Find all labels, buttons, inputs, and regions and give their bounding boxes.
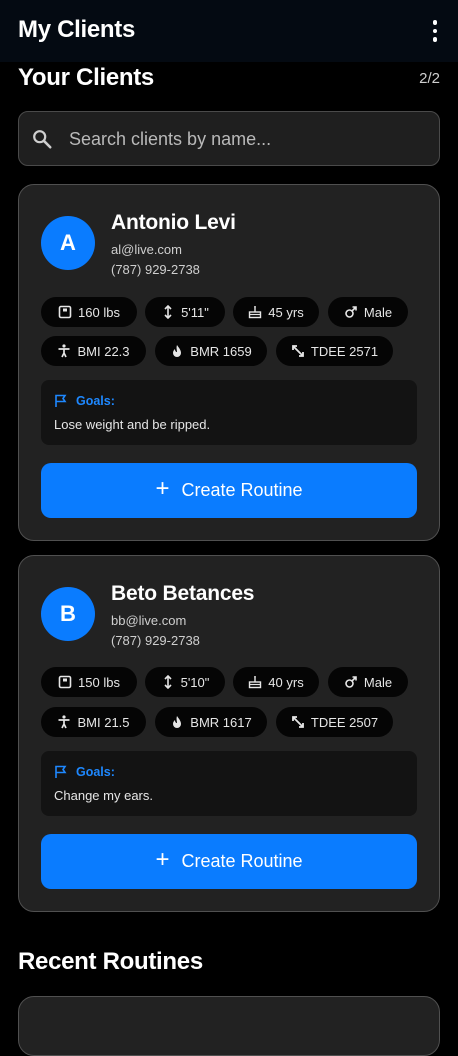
bmi-value: BMI 21.5 xyxy=(77,714,130,730)
avatar: B xyxy=(41,587,95,641)
person-icon xyxy=(58,344,70,358)
plus-icon: + xyxy=(155,475,170,502)
sex-value: Male xyxy=(363,674,393,690)
create-routine-label: Create Routine xyxy=(181,851,303,871)
clients-section-title: Your Clients xyxy=(18,64,154,91)
bmr-chip: BMR 1659 xyxy=(155,336,267,366)
age-chip: 45 yrs xyxy=(233,297,319,327)
create-routine-button[interactable]: + Create Routine xyxy=(41,834,417,889)
page-title: My Clients xyxy=(18,16,136,43)
expand-icon xyxy=(291,345,304,357)
sex-chip: Male xyxy=(328,297,408,327)
height-value: 5'10" xyxy=(180,674,210,690)
create-routine-button[interactable]: + Create Routine xyxy=(41,463,417,518)
height-icon xyxy=(164,675,172,689)
age-chip: 40 yrs xyxy=(233,667,319,697)
more-vert-icon[interactable] xyxy=(424,18,446,44)
goals-label: Goals: xyxy=(76,394,115,408)
client-email: al@live.com xyxy=(111,242,182,257)
flag-icon xyxy=(55,394,67,407)
scale-icon xyxy=(58,675,72,689)
male-icon xyxy=(345,306,357,318)
sex-value: Male xyxy=(363,304,393,320)
tdee-value: TDEE 2507 xyxy=(310,714,379,730)
bmi-chip: BMI 21.5 xyxy=(41,707,146,737)
tdee-chip: TDEE 2571 xyxy=(276,336,393,366)
search-bar[interactable] xyxy=(18,111,440,167)
age-value: 40 yrs xyxy=(268,674,304,690)
weight-chip: 150 lbs xyxy=(41,667,137,697)
bmi-value: BMI 22.3 xyxy=(77,343,130,359)
flame-icon xyxy=(173,716,182,728)
male-icon xyxy=(345,676,357,688)
age-value: 45 yrs xyxy=(268,304,304,320)
client-name: Antonio Levi xyxy=(111,211,236,234)
bmr-value: BMR 1617 xyxy=(190,714,252,730)
bmr-value: BMR 1659 xyxy=(190,343,252,359)
create-routine-label: Create Routine xyxy=(181,480,303,500)
scale-icon xyxy=(58,305,72,319)
height-icon xyxy=(164,305,172,319)
height-value: 5'11" xyxy=(181,304,209,320)
client-email: bb@live.com xyxy=(111,613,187,628)
sex-chip: Male xyxy=(328,667,408,697)
goals-text: Change my ears. xyxy=(54,788,153,803)
goals-box: Goals: Change my ears. xyxy=(41,751,417,816)
goals-box: Goals: Lose weight and be ripped. xyxy=(41,380,417,445)
routine-card[interactable] xyxy=(18,996,440,1056)
bmi-chip: BMI 22.3 xyxy=(41,336,146,366)
goals-header: Goals: xyxy=(54,765,115,779)
client-phone: (787) 929-2738 xyxy=(111,633,200,648)
height-chip: 5'10" xyxy=(145,667,225,697)
flag-icon xyxy=(55,765,67,778)
person-icon xyxy=(58,715,70,729)
search-icon xyxy=(33,130,52,149)
app-bar: My Clients xyxy=(0,0,458,62)
client-name: Beto Betances xyxy=(111,582,255,605)
goals-label: Goals: xyxy=(76,765,115,779)
routines-section-title: Recent Routines xyxy=(18,948,203,975)
search-input[interactable] xyxy=(67,112,431,167)
client-count: 2/2 xyxy=(419,70,440,87)
flame-icon xyxy=(173,345,182,357)
weight-value: 150 lbs xyxy=(78,674,120,690)
goals-header: Goals: xyxy=(54,394,115,408)
weight-value: 160 lbs xyxy=(78,304,120,320)
cake-icon xyxy=(249,306,262,319)
bmr-chip: BMR 1617 xyxy=(155,707,267,737)
cake-icon xyxy=(249,676,262,689)
client-card[interactable]: A Antonio Levi al@live.com (787) 929-273… xyxy=(18,184,440,541)
tdee-chip: TDEE 2507 xyxy=(276,707,393,737)
tdee-value: TDEE 2571 xyxy=(310,343,379,359)
avatar: A xyxy=(41,216,95,270)
expand-icon xyxy=(291,716,304,728)
plus-icon: + xyxy=(155,846,170,873)
weight-chip: 160 lbs xyxy=(41,297,137,327)
client-card[interactable]: B Beto Betances bb@live.com (787) 929-27… xyxy=(18,555,440,912)
client-phone: (787) 929-2738 xyxy=(111,262,200,277)
goals-text: Lose weight and be ripped. xyxy=(54,417,211,432)
height-chip: 5'11" xyxy=(145,297,225,327)
